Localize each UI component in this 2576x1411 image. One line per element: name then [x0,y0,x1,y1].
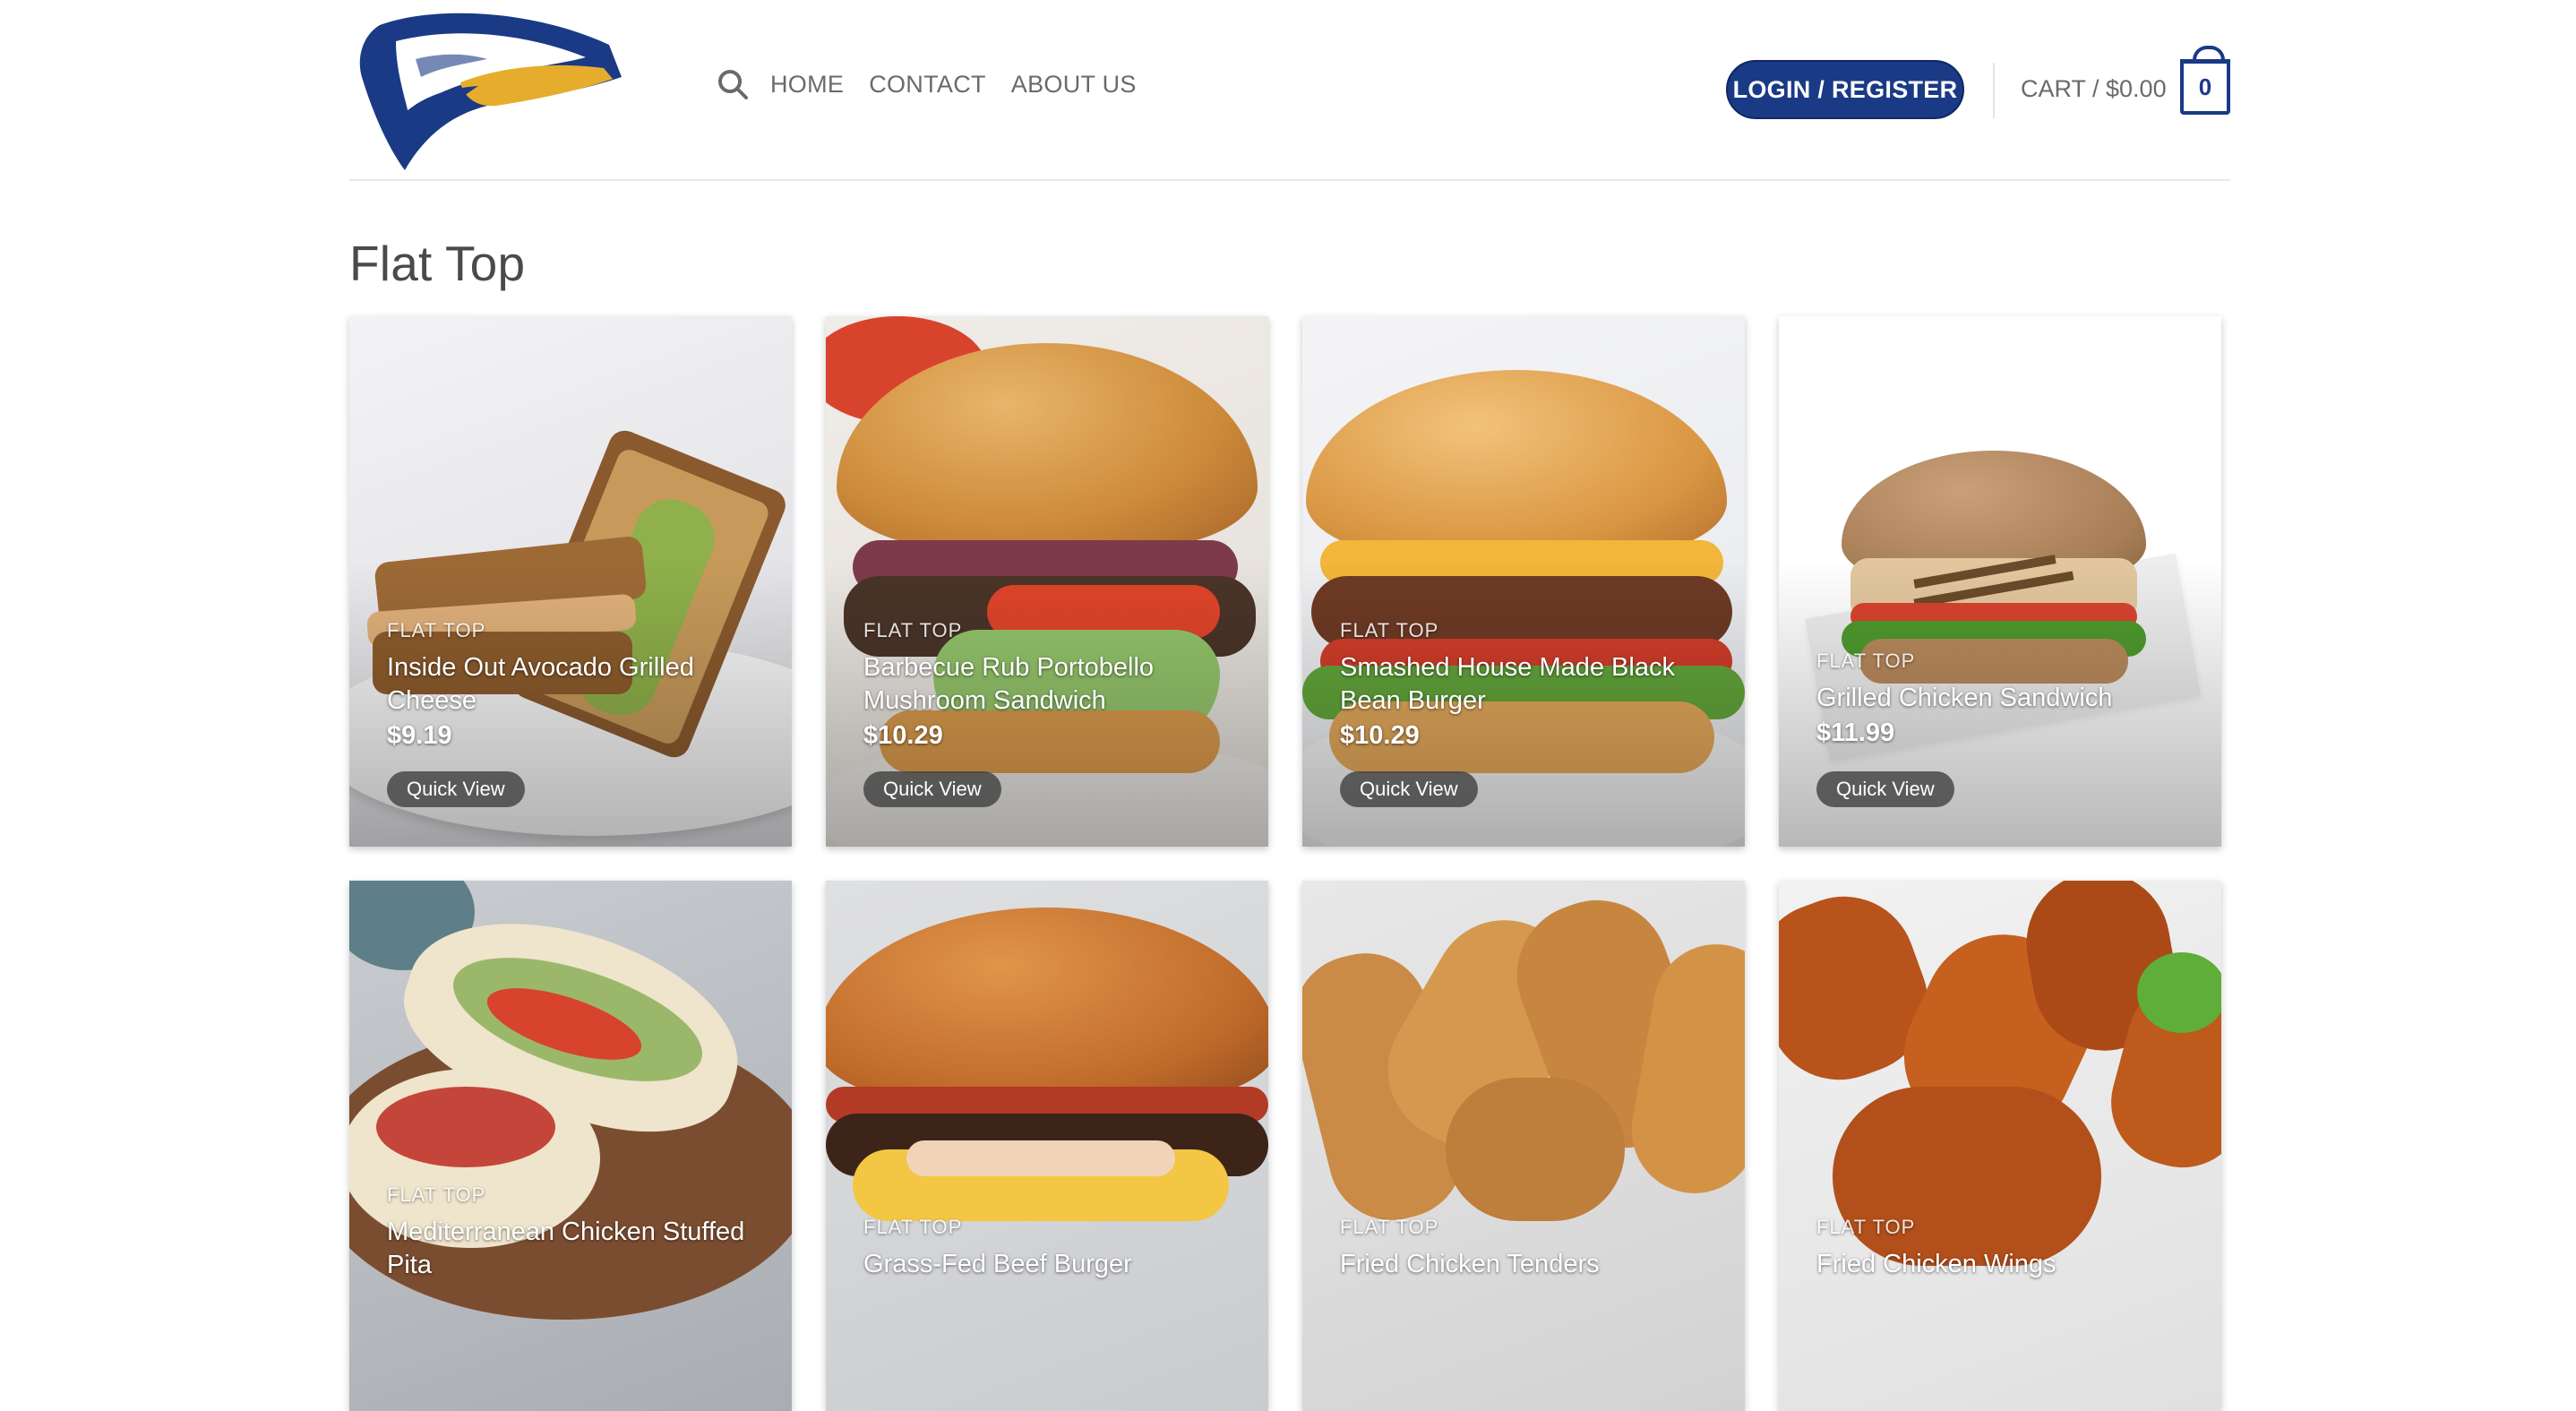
product-title[interactable]: Smashed House Made Black Bean Burger [1340,651,1709,718]
product-card[interactable]: FLAT TOP Inside Out Avocado Grilled Chee… [349,316,792,847]
cart-count: 0 [2198,73,2212,100]
product-price: $11.99 [1816,718,1895,747]
nav-contact-link[interactable]: CONTACT [869,71,986,99]
product-title[interactable]: Inside Out Avocado Grilled Cheese [387,651,756,718]
nav-home-link[interactable]: HOME [770,71,844,99]
product-title[interactable]: Grass-Fed Beef Burger [863,1248,1232,1281]
product-category: FLAT TOP [1340,619,1439,641]
product-card[interactable]: FLAT TOP Grilled Chicken Sandwich $11.99… [1779,316,2221,847]
product-title[interactable]: Grilled Chicken Sandwich [1816,682,2185,715]
quick-view-button[interactable]: Quick View [1340,771,1478,807]
product-title[interactable]: Fried Chicken Tenders [1340,1248,1709,1281]
site-header: HOME CONTACT ABOUT US LOGIN / REGISTER C… [349,0,2230,181]
product-category: FLAT TOP [1816,650,1916,672]
product-category: FLAT TOP [1816,1216,1916,1238]
product-title[interactable]: Mediterranean Chicken Stuffed Pita [387,1216,756,1282]
product-category: FLAT TOP [863,619,963,641]
product-card[interactable]: FLAT TOP Barbecue Rub Portobello Mushroo… [826,316,1268,847]
page-title: Flat Top [349,236,526,291]
product-category: FLAT TOP [387,1183,486,1206]
product-card[interactable]: FLAT TOP Grass-Fed Beef Burger [826,881,1268,1411]
product-card[interactable]: FLAT TOP Fried Chicken Tenders [1302,881,1745,1411]
product-price: $9.19 [387,721,452,750]
cart-bag-icon[interactable]: 0 [2180,46,2230,115]
quick-view-button[interactable]: Quick View [863,771,1001,807]
product-card[interactable]: FLAT TOP Fried Chicken Wings [1779,881,2221,1411]
product-price: $10.29 [863,721,943,750]
quick-view-button[interactable]: Quick View [387,771,525,807]
header-divider [1993,63,1995,118]
product-card[interactable]: FLAT TOP Smashed House Made Black Bean B… [1302,316,1745,847]
main-nav: HOME CONTACT ABOUT US [717,68,1162,100]
search-icon[interactable] [717,68,749,100]
product-price: $10.29 [1340,721,1420,750]
product-image-fried-chicken-tenders [1302,881,1745,1411]
product-image-chicken-pita [349,881,792,1411]
nav-about-link[interactable]: ABOUT US [1011,71,1137,99]
product-image-fried-chicken-wings [1779,881,2221,1411]
product-title[interactable]: Fried Chicken Wings [1816,1248,2185,1281]
product-title[interactable]: Barbecue Rub Portobello Mushroom Sandwic… [863,651,1232,718]
cart-link[interactable]: CART / $0.00 [2021,75,2167,103]
product-card[interactable]: FLAT TOP Mediterranean Chicken Stuffed P… [349,881,792,1411]
login-register-button[interactable]: LOGIN / REGISTER [1726,60,1964,119]
product-category: FLAT TOP [1340,1216,1439,1238]
product-category: FLAT TOP [863,1216,963,1238]
quick-view-button[interactable]: Quick View [1816,771,1954,807]
product-image-grass-fed-beef-burger [826,881,1268,1411]
eagle-logo[interactable] [353,5,622,170]
product-category: FLAT TOP [387,619,486,641]
